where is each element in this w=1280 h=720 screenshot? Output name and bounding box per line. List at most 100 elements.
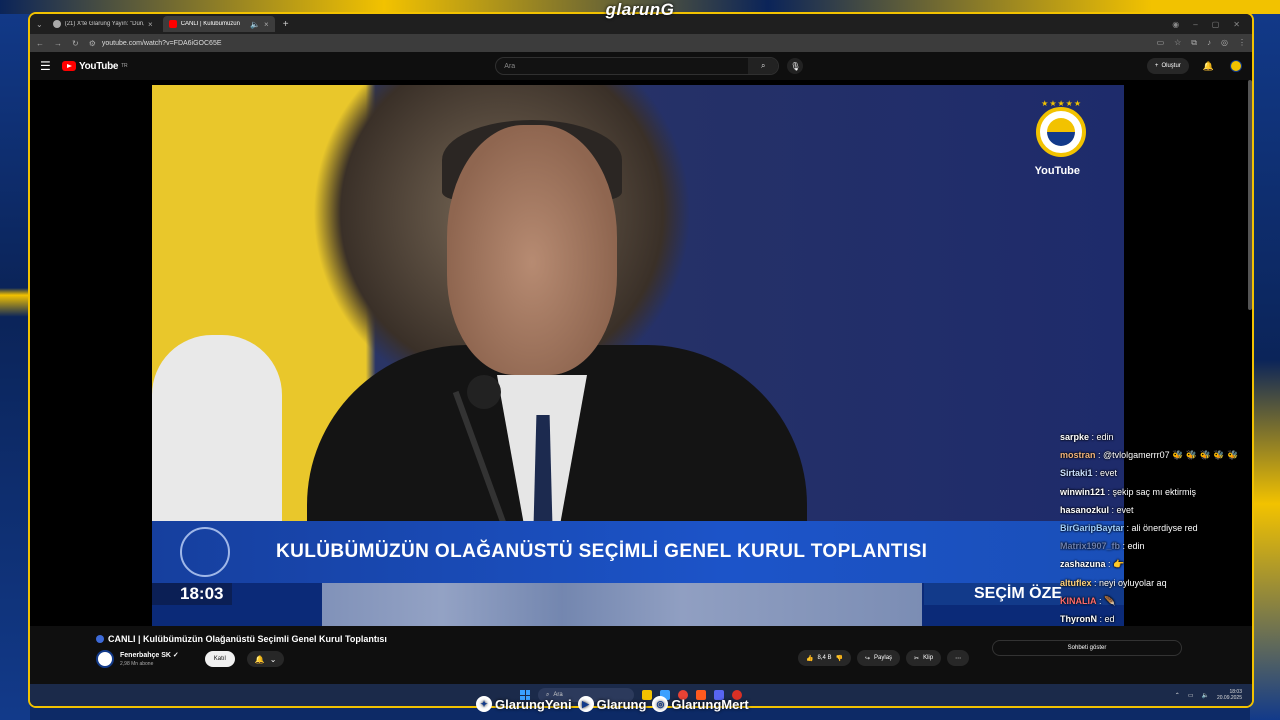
profile-icon[interactable]: ◉	[1172, 20, 1179, 29]
maximize-icon[interactable]: ▢	[1212, 20, 1220, 29]
close-tab-icon[interactable]: ×	[264, 20, 269, 29]
chat-user: zashazuna	[1060, 559, 1106, 570]
streamer-socials: ✦ GlarungYeni ▶ Glarung ◎ GlarungMert	[476, 696, 749, 712]
search-icon[interactable]: ⌕	[748, 58, 779, 74]
clip-label: Klip	[923, 655, 934, 661]
twitter-icon: ✦	[476, 696, 492, 712]
youtube-logo-text: YouTube	[79, 60, 119, 72]
chat-message: KINALIA : 🪶	[1060, 595, 1116, 606]
channel-avatar[interactable]	[96, 650, 114, 668]
share-icon: ↪	[864, 655, 871, 662]
region-code: TR	[121, 63, 128, 69]
live-globe-icon	[96, 635, 104, 643]
minimize-icon[interactable]: –	[1193, 20, 1197, 29]
forward-icon[interactable]: →	[54, 39, 62, 48]
plus-icon: +	[1154, 63, 1159, 69]
chat-message: hasanozkul : evet	[1060, 504, 1134, 515]
clip-button[interactable]: ✂ Klip	[906, 650, 942, 666]
show-chat-button[interactable]: Sohbeti göster	[992, 640, 1182, 656]
table-bottles	[322, 583, 922, 626]
youtube-icon: ▶	[577, 696, 594, 712]
video-frame[interactable]: ★★★★★ YouTube KULÜBÜMÜZÜN OLAĞANÜSTÜ SEÇ…	[152, 85, 1124, 626]
address-bar: ← → ↻ ⚙ youtube.com/watch?v=FDA6iGOC65E …	[30, 34, 1252, 52]
chat-text: evet	[1116, 504, 1134, 515]
chat-message: altuflex : neyi oyluyolar aq	[1060, 577, 1167, 588]
browser-toolbar-icons: ▭ ☆ ⧉ ♪ ◎ ⋮	[1157, 38, 1246, 48]
chat-message: sarpke : edin	[1060, 432, 1114, 442]
lower-third-banner: KULÜBÜMÜZÜN OLAĞANÜSTÜ SEÇİMLİ GENEL KUR…	[152, 521, 1124, 583]
chat-text: evet	[1100, 468, 1118, 479]
network-icon[interactable]: ▭	[1188, 692, 1194, 699]
browser-window: ⌄ (21) X'te Glarung Yayın: "Dün, İ × CAN…	[28, 12, 1254, 708]
chat-user: hasanozkul	[1060, 504, 1110, 515]
chat-text: edin	[1127, 541, 1145, 552]
chat-message: BirGaripBaytar : ali önerdiyse red	[1060, 523, 1198, 534]
video-title: CANLI | Kulübümüzün Olağanüstü Seçimli G…	[96, 634, 387, 644]
channel-bug-text: YouTube	[1034, 165, 1080, 177]
x-favicon-icon	[52, 20, 61, 28]
extensions-icon[interactable]: ⧉	[1191, 38, 1197, 48]
video-info: CANLI | Kulübümüzün Olağanüstü Seçimli G…	[30, 626, 1252, 686]
stream-chat-overlay: sarpke : edin mostran : @tvlolgamerrr07 …	[1060, 428, 1252, 628]
social-instagram: ◎ GlarungMert	[652, 696, 749, 712]
bookmark-star-icon[interactable]: ☆	[1174, 38, 1181, 48]
more-actions-button[interactable]: ⋯	[947, 650, 970, 666]
tab-title: CANLI | Kulübümüzün	[180, 21, 240, 27]
chat-text: @tvlolgamerrr07 🐝 🐝 🐝 🐝 🐝	[1103, 450, 1239, 461]
overlay-left-decor	[0, 0, 30, 720]
chat-text: şekip saç mı ektirmiş	[1112, 486, 1197, 497]
join-button[interactable]: Katıl	[204, 651, 235, 667]
tab-search-icon[interactable]: ⌄	[36, 20, 43, 29]
thumbs-down-icon[interactable]: 👎	[836, 655, 843, 662]
tray-chevron-icon[interactable]: ⌃	[1175, 692, 1180, 699]
chat-text: 🪶	[1104, 595, 1116, 606]
youtube-logo[interactable]: YouTube TR	[62, 60, 128, 72]
chat-message: zashazuna : 👉	[1060, 559, 1125, 570]
subscription-bell-button[interactable]: 🔔 ⌄	[246, 651, 285, 667]
channel-name[interactable]: Fenerbahçe SK ✓	[120, 651, 179, 659]
subscriber-count: 2,98 Mn abone	[120, 661, 154, 667]
notifications-bell-icon[interactable]: 🔔	[1203, 61, 1214, 72]
search-input[interactable]	[496, 62, 749, 70]
scissors-icon: ✂	[914, 655, 920, 662]
streamer-logo: glarunG	[605, 0, 675, 19]
create-button[interactable]: + Oluştur	[1146, 58, 1189, 74]
share-button[interactable]: ↪ Paylaş	[856, 650, 901, 666]
social-handle: GlarungYeni	[495, 696, 572, 712]
close-tab-icon[interactable]: ×	[148, 20, 153, 29]
social-twitter: ✦ GlarungYeni	[476, 696, 572, 712]
reload-icon[interactable]: ↻	[72, 39, 79, 48]
speaker-icon[interactable]: 🔈	[250, 20, 260, 29]
chat-message: mostran : @tvlolgamerrr07 🐝 🐝 🐝 🐝 🐝	[1060, 450, 1239, 461]
chat-text: ali önerdiyse red	[1131, 523, 1198, 534]
voice-search-icon[interactable]: 🎙	[787, 58, 804, 74]
video-player[interactable]: ★★★★★ YouTube KULÜBÜMÜZÜN OLAĞANÜSTÜ SEÇ…	[30, 80, 1252, 626]
like-button[interactable]: 👍 8,4 B 👎	[798, 650, 851, 666]
youtube-header: ☰ YouTube TR ⌕ 🎙 + Oluştur 🔔	[30, 52, 1252, 80]
volume-icon[interactable]: 🔈	[1201, 692, 1208, 699]
bell-icon: 🔔	[254, 654, 265, 664]
youtube-play-icon	[62, 61, 76, 71]
new-tab-button[interactable]: +	[279, 19, 293, 30]
cast-icon[interactable]: ▭	[1157, 38, 1165, 48]
like-count: 8,4 B	[817, 655, 832, 661]
chat-text: 👉	[1113, 559, 1125, 570]
chat-user: winwin121	[1060, 486, 1106, 497]
speaker-head	[447, 125, 617, 375]
instagram-icon: ◎	[652, 696, 669, 712]
url-field[interactable]: ⚙ youtube.com/watch?v=FDA6iGOC65E	[89, 39, 1147, 48]
share-label: Paylaş	[874, 655, 893, 661]
back-icon[interactable]: ←	[36, 39, 44, 48]
menu-dots-icon[interactable]: ⋮	[1238, 38, 1246, 48]
create-label: Oluştur	[1161, 63, 1181, 69]
overlay-right-decor	[1250, 0, 1280, 720]
chat-user: sarpke	[1060, 432, 1090, 442]
hamburger-menu-icon[interactable]: ☰	[40, 59, 62, 73]
media-icon[interactable]: ♪	[1207, 38, 1211, 48]
site-info-icon[interactable]: ⚙	[89, 39, 96, 48]
page-scrollbar[interactable]	[1248, 80, 1252, 310]
user-avatar[interactable]	[1230, 60, 1242, 72]
system-clock[interactable]: 18:03 20.09.2025	[1217, 689, 1242, 701]
close-window-icon[interactable]: ✕	[1233, 20, 1240, 29]
account-icon[interactable]: ◎	[1221, 38, 1228, 48]
